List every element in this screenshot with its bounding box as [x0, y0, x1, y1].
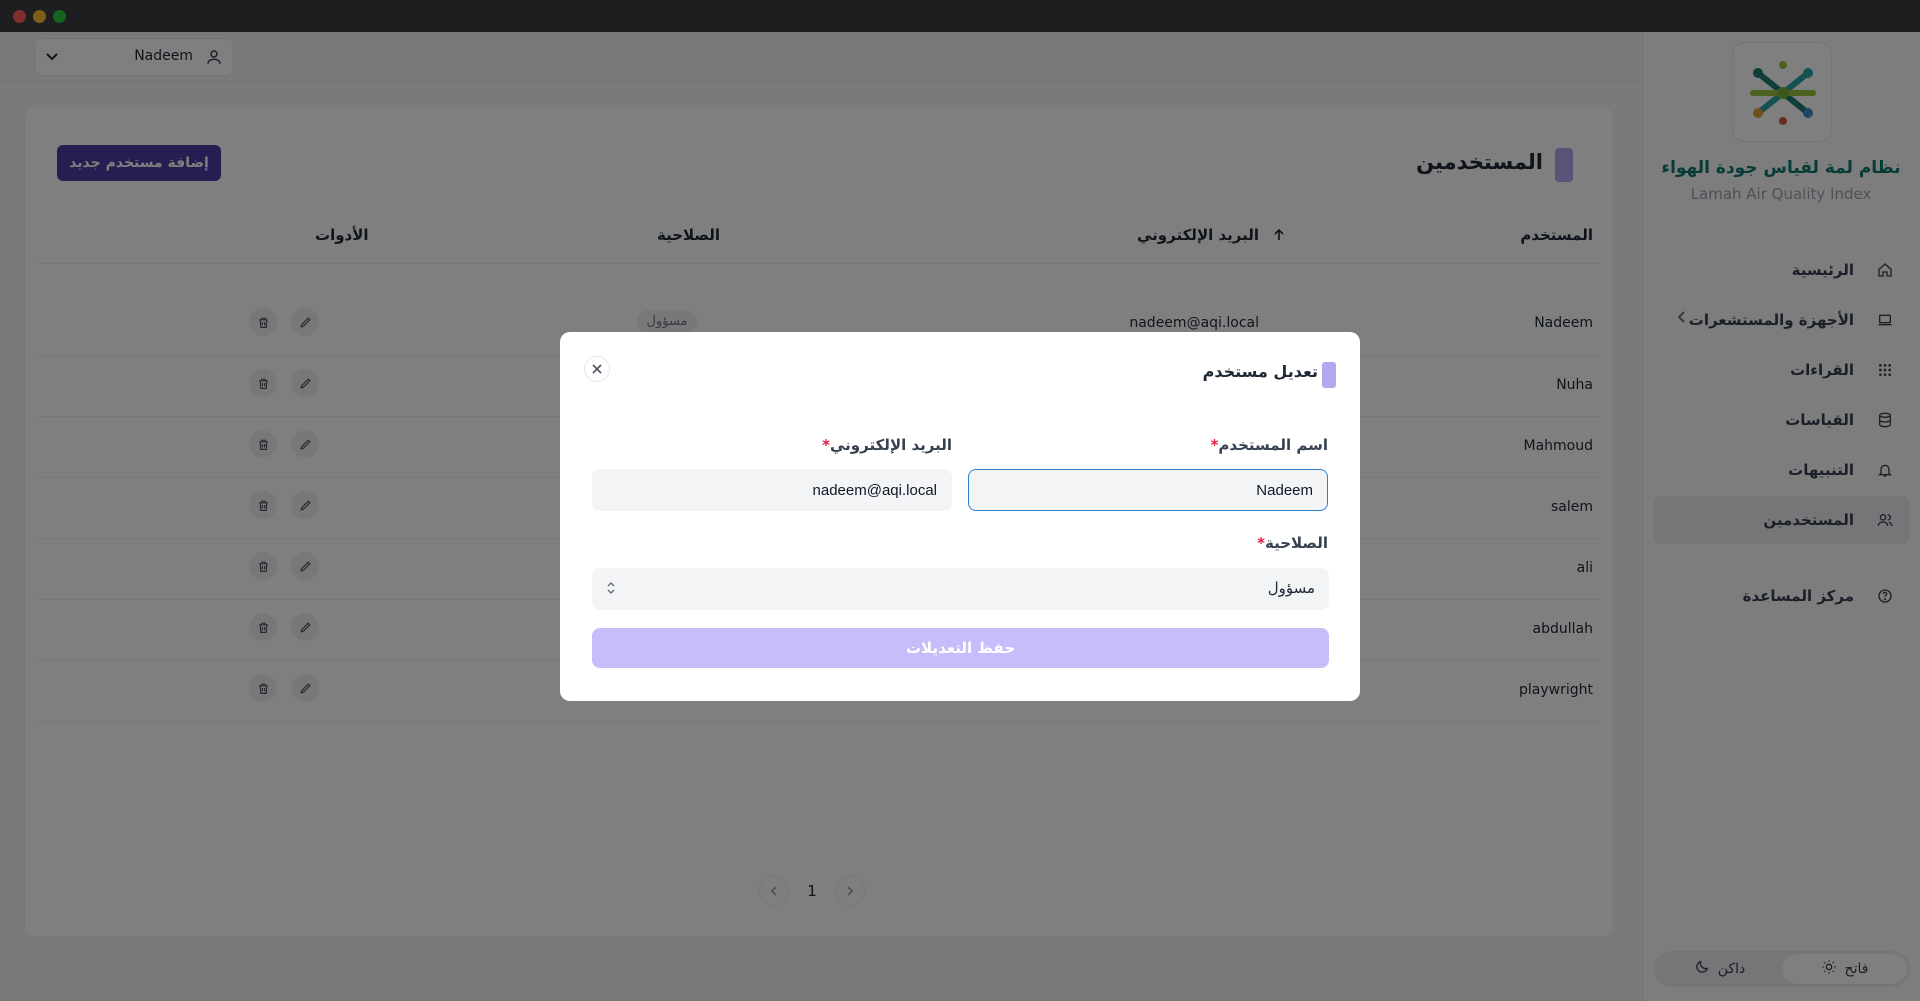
close-icon — [591, 360, 603, 379]
role-select-value: مسؤول — [1267, 579, 1315, 597]
role-label: الصلاحية* — [1253, 534, 1328, 552]
edit-user-modal: تعديل مستخدم اسم المستخدم* البريد الإلكت… — [560, 332, 1360, 701]
close-modal-button[interactable] — [584, 356, 610, 382]
role-label-text: الصلاحية — [1265, 534, 1328, 552]
modal-title-accent-bar — [1322, 362, 1336, 388]
username-label: اسم المستخدم* — [1207, 436, 1328, 454]
role-select[interactable]: مسؤول — [592, 568, 1329, 610]
save-changes-button[interactable]: حفظ التعديلات — [592, 628, 1329, 668]
email-label-text: البريد الإلكتروني — [830, 436, 952, 454]
required-mark: * — [1257, 534, 1266, 552]
modal-title: تعديل مستخدم — [1202, 362, 1318, 381]
email-label: البريد الإلكتروني* — [818, 436, 952, 454]
username-label-text: اسم المستخدم — [1218, 436, 1328, 454]
chevron-updown-icon — [606, 580, 616, 600]
username-input[interactable] — [968, 469, 1328, 511]
required-mark: * — [822, 436, 830, 454]
email-input[interactable] — [592, 469, 952, 511]
